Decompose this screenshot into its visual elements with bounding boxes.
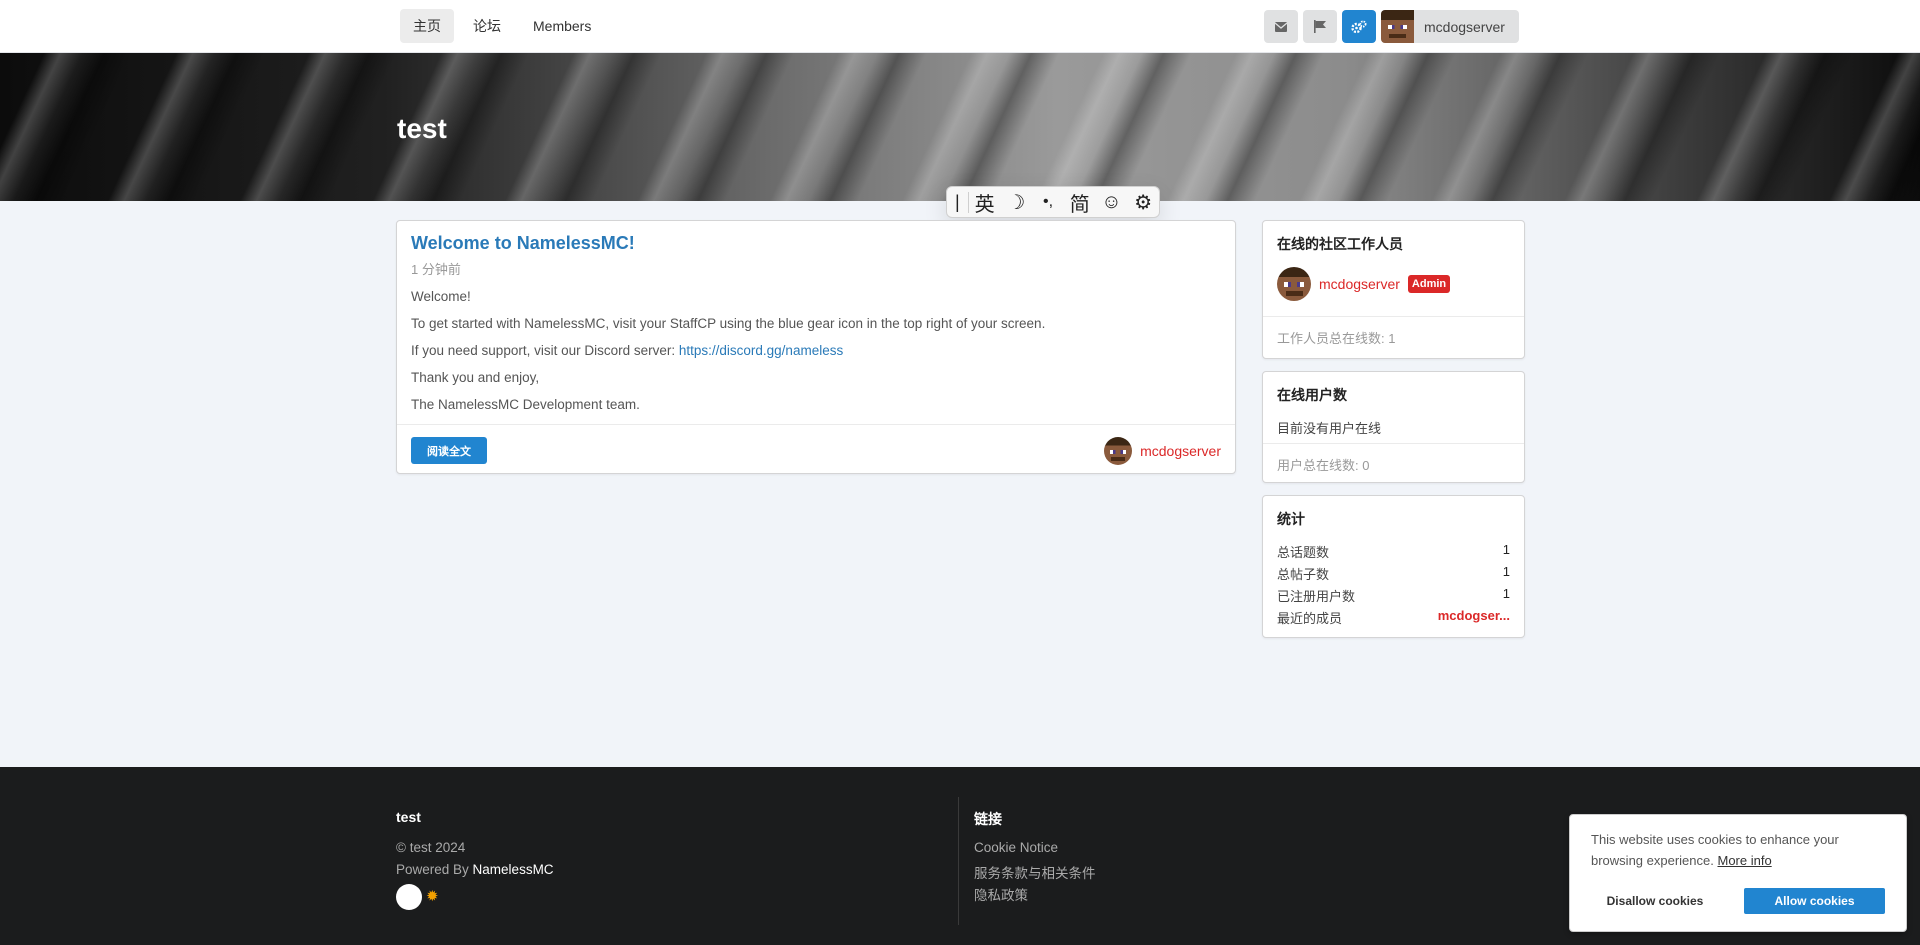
latest-member-link[interactable]: mcdogser... — [1438, 608, 1510, 627]
users-total: 用户总在线数: 0 — [1277, 458, 1370, 473]
news-author[interactable]: mcdogserver — [1104, 437, 1221, 465]
divider — [1263, 443, 1524, 444]
footer-site-title: test — [396, 809, 421, 825]
dark-mode-toggle[interactable] — [396, 884, 422, 910]
footer-links-title: 链接 — [974, 811, 1002, 827]
punctuation-toggle[interactable]: •, — [1032, 193, 1064, 211]
news-body: Welcome! To get started with NamelessMC,… — [411, 283, 1045, 418]
ime-language-toggle[interactable]: 英 — [969, 188, 1001, 217]
news-line-text: If you need support, visit our Discord s… — [411, 343, 679, 358]
stat-label: 总帖子数 — [1277, 567, 1330, 582]
nav-menu: 主页 论坛 Members — [400, 9, 604, 43]
nav-item-forum[interactable]: 论坛 — [460, 9, 514, 43]
news-line: If you need support, visit our Discord s… — [411, 337, 1045, 364]
namelessmc-link[interactable]: NamelessMC — [473, 862, 554, 877]
stat-row: 最近的成员 mcdogser... — [1277, 608, 1510, 627]
gears-icon — [1351, 20, 1367, 33]
footer-link-cookie[interactable]: Cookie Notice — [974, 840, 1058, 855]
author-avatar — [1104, 437, 1133, 465]
powered-prefix: Powered By — [396, 862, 473, 877]
messages-button[interactable] — [1264, 10, 1298, 43]
sun-icon: ✹ — [426, 888, 439, 905]
stat-row: 总话题数 1 — [1277, 542, 1510, 561]
stat-value: 1 — [1502, 542, 1510, 557]
news-title[interactable]: Welcome to NamelessMC! — [411, 233, 635, 254]
stat-label: 最近的成员 — [1277, 611, 1343, 626]
news-time: 1 分钟前 — [411, 262, 461, 277]
news-card: Welcome to NamelessMC! 1 分钟前 Welcome! To… — [396, 220, 1236, 474]
staff-total: 工作人员总在线数: 1 — [1277, 331, 1396, 346]
cookie-message: This website uses cookies to enhance you… — [1591, 829, 1891, 871]
header-banner: test — [0, 53, 1920, 201]
cookie-more-info-link[interactable]: More info — [1717, 853, 1771, 868]
statistics-widget: 统计 总话题数 1 总帖子数 1 已注册用户数 1 最近的成员 mcdogser… — [1262, 495, 1525, 638]
cookie-consent-popup: This website uses cookies to enhance you… — [1569, 814, 1907, 932]
discord-link[interactable]: https://discord.gg/nameless — [679, 343, 843, 358]
stat-label: 总话题数 — [1277, 545, 1330, 560]
staff-avatar — [1277, 267, 1311, 301]
stat-value: 1 — [1502, 586, 1510, 601]
news-line: The NamelessMC Development team. — [411, 397, 640, 412]
ime-drag-handle[interactable]: | — [947, 191, 969, 213]
nav-item-home[interactable]: 主页 — [400, 9, 454, 43]
online-staff-widget: 在线的社区工作人员 mcdogserver Admin 工作人员总在线数: 1 — [1262, 220, 1525, 359]
footer-link-terms[interactable]: 服务条款与相关条件 — [974, 862, 1096, 882]
flag-icon — [1314, 20, 1326, 33]
moon-icon[interactable]: ☽ — [1001, 190, 1033, 215]
ime-simplified-toggle[interactable]: 简 — [1064, 188, 1096, 217]
stat-label: 已注册用户数 — [1277, 589, 1356, 604]
footer-link-privacy[interactable]: 隐私政策 — [974, 884, 1028, 904]
user-menu-button[interactable]: mcdogserver — [1381, 10, 1519, 43]
site-title: test — [397, 113, 447, 144]
cookie-message-text: This website uses cookies to enhance you… — [1591, 832, 1839, 868]
widget-title: 统计 — [1277, 511, 1305, 527]
emoji-icon[interactable]: ☺ — [1096, 191, 1128, 214]
news-line: Thank you and enjoy, — [411, 370, 540, 385]
user-avatar — [1381, 10, 1414, 43]
news-line: Welcome! — [411, 289, 471, 304]
allow-cookies-button[interactable]: Allow cookies — [1744, 888, 1885, 914]
divider — [1263, 316, 1524, 317]
nav-item-members[interactable]: Members — [520, 9, 604, 43]
ime-toolbar: | 英 ☽ •, 简 ☺ ⚙ — [946, 186, 1160, 218]
footer-copyright: © test 2024 — [396, 840, 466, 855]
stat-row: 已注册用户数 1 — [1277, 586, 1510, 605]
stat-row: 总帖子数 1 — [1277, 564, 1510, 583]
footer-divider — [958, 797, 959, 925]
staff-username[interactable]: mcdogserver — [1319, 276, 1400, 292]
gear-icon[interactable]: ⚙ — [1127, 190, 1159, 215]
footer-powered: Powered By NamelessMC — [396, 862, 554, 877]
widget-title: 在线用户数 — [1277, 387, 1347, 403]
disallow-cookies-button[interactable]: Disallow cookies — [1590, 888, 1720, 914]
user-menu-name: mcdogserver — [1424, 18, 1505, 35]
online-users-widget: 在线用户数 目前没有用户在线 用户总在线数: 0 — [1262, 371, 1525, 483]
author-name: mcdogserver — [1140, 443, 1221, 459]
alerts-button[interactable] — [1303, 10, 1337, 43]
top-navbar: 主页 论坛 Members mcdogserver — [0, 0, 1920, 53]
stat-value: 1 — [1502, 564, 1510, 579]
envelope-icon — [1275, 21, 1287, 32]
read-more-button[interactable]: 阅读全文 — [411, 437, 487, 464]
no-users-text: 目前没有用户在线 — [1277, 421, 1382, 436]
news-footer: 阅读全文 mcdogserver — [397, 424, 1235, 474]
staffcp-button[interactable] — [1342, 10, 1376, 43]
news-line: To get started with NamelessMC, visit yo… — [411, 316, 1046, 331]
staff-entry: mcdogserver Admin — [1277, 267, 1451, 301]
widget-title: 在线的社区工作人员 — [1277, 236, 1403, 252]
admin-badge: Admin — [1407, 275, 1451, 293]
nav-user-area: mcdogserver — [1264, 10, 1519, 43]
